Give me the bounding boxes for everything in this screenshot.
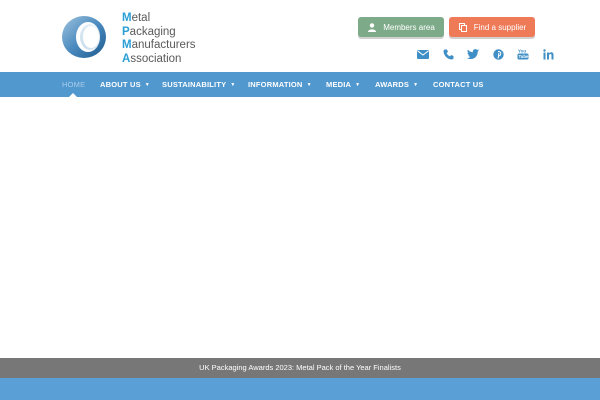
caret-down-icon: ▼ [355,82,361,88]
youtube-icon[interactable]: You Tube [516,47,530,61]
members-area-label: Members area [383,22,435,32]
linkedin-icon[interactable] [541,47,555,61]
logo-line: Packaging [122,25,176,38]
news-ticker[interactable]: UK Packaging Awards 2023: Metal Pack of … [0,358,600,378]
caret-down-icon: ▼ [413,82,419,88]
twitter-icon[interactable] [466,47,480,61]
footer-band [0,378,600,400]
mpma-logo[interactable]: Metal Packaging Manufacturers Associatio… [60,12,210,65]
logo-wordmark: Metal Packaging Manufacturers Associatio… [122,12,196,66]
pinterest-icon[interactable] [491,47,505,61]
site-header: Metal Packaging Manufacturers Associatio… [0,0,600,72]
main-navigation: HOME ABOUT US ▼ SUSTAINABILITY ▼ INFORMATI… [0,72,600,97]
logo-ring-icon [62,16,106,58]
caret-down-icon: ▼ [306,82,312,88]
user-icon [367,22,377,32]
find-supplier-button[interactable]: Find a supplier [449,17,535,37]
active-nav-indicator [69,93,77,97]
ticker-text[interactable]: UK Packaging Awards 2023: Metal Pack of … [199,363,401,372]
caret-down-icon: ▼ [144,82,150,88]
svg-text:You: You [518,49,526,54]
phone-icon[interactable] [441,47,455,61]
copy-icon [458,22,468,32]
find-supplier-label: Find a supplier [473,22,527,32]
nav-item-about-us[interactable]: ABOUT US ▼ [100,72,150,97]
nav-item-awards[interactable]: AWARDS ▼ [375,72,418,97]
logo-line: Manufacturers [122,39,196,51]
caret-down-icon: ▼ [230,82,236,88]
logo-line: Association [122,52,182,65]
social-links: You Tube [416,47,555,61]
members-area-button[interactable]: Members area [358,17,444,37]
nav-item-sustainability[interactable]: SUSTAINABILITY ▼ [162,72,235,97]
envelope-icon[interactable] [416,47,430,61]
nav-item-contact-us[interactable]: CONTACT US [433,72,484,97]
nav-item-information[interactable]: INFORMATION ▼ [248,72,312,97]
logo-line: Metal [122,12,151,24]
svg-text:Tube: Tube [519,54,530,59]
nav-item-media[interactable]: MEDIA ▼ [326,72,360,97]
